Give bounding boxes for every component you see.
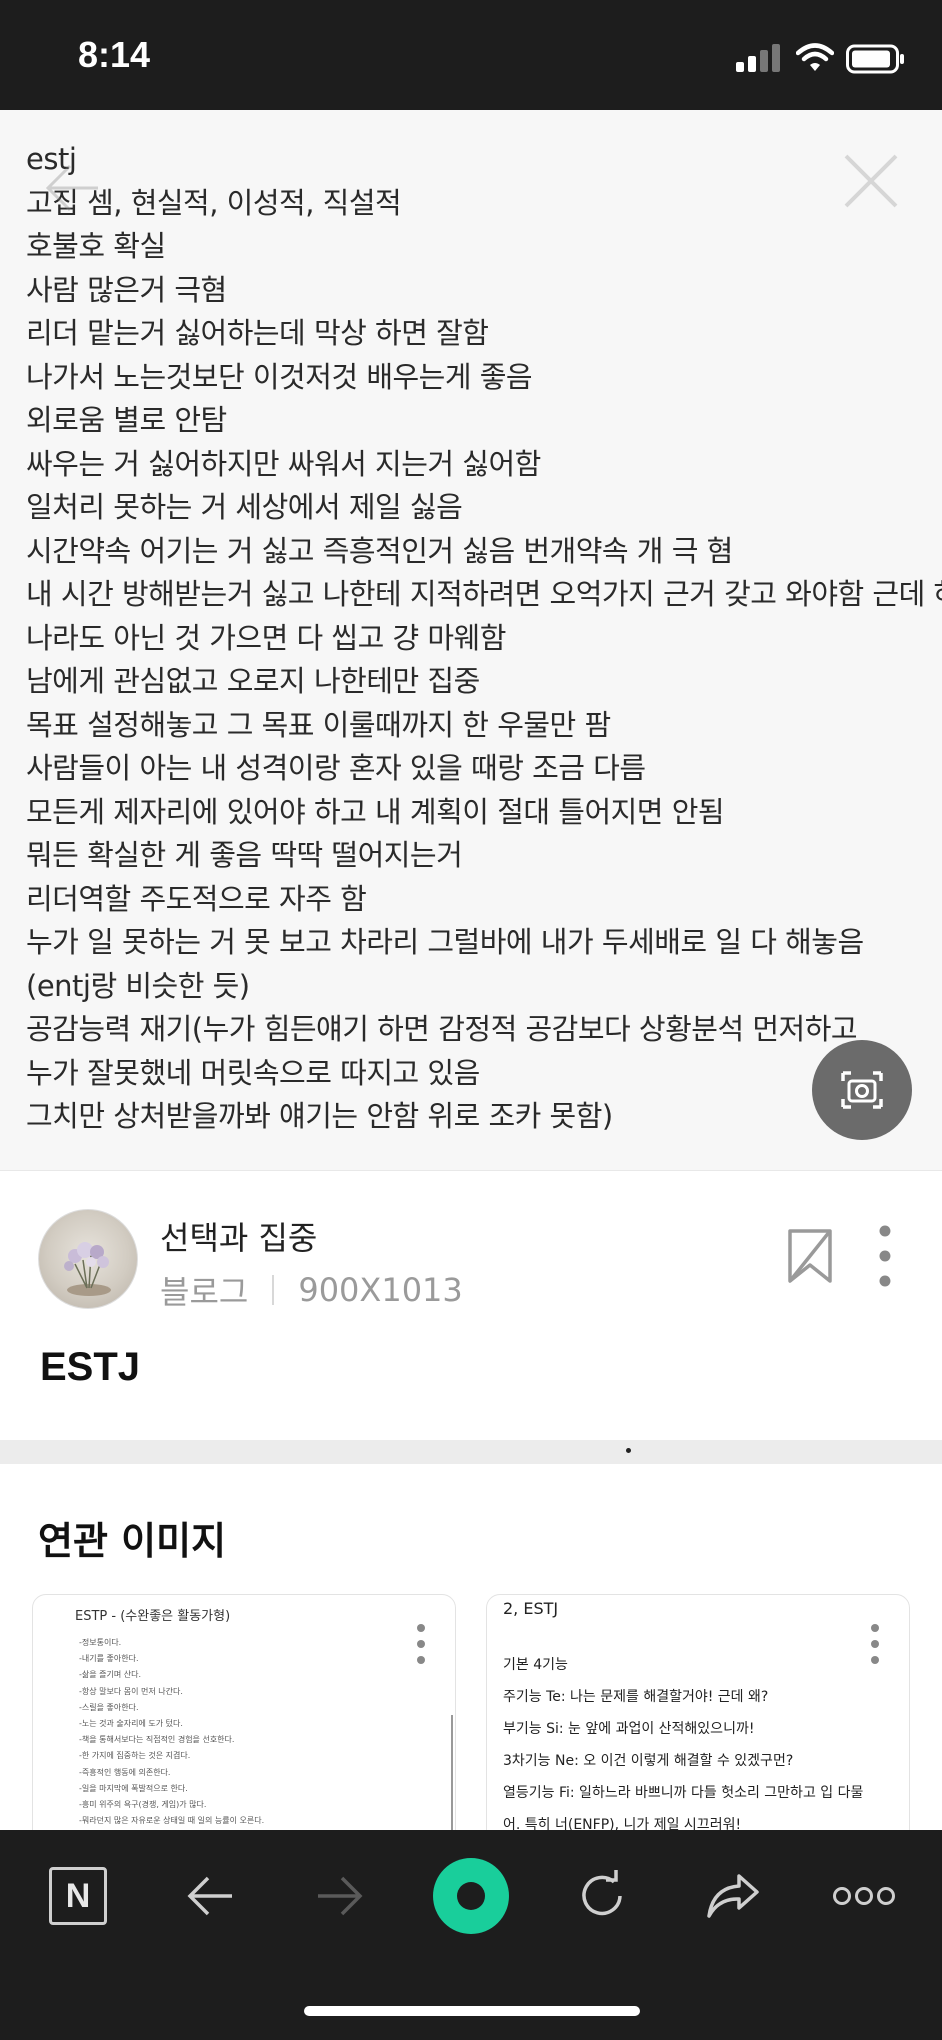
text-line: 누가 일 못하는 거 못 보고 차라리 그럴바에 내가 두세배로 일 다 해놓음 — [26, 925, 864, 959]
green-dot-button[interactable] — [431, 1856, 511, 1936]
card-text-line: 열등기능 Fi: 일하느라 바쁘니까 다들 헛소리 그만하고 입 다물 — [503, 1785, 864, 1801]
source-avatar[interactable] — [38, 1209, 138, 1309]
text-line: 일처리 못하는 거 세상에서 제일 싫음 — [26, 490, 463, 524]
back-arrow-icon[interactable] — [40, 160, 102, 216]
text-line: 뭐든 확실한 게 좋음 딱딱 떨어지는거 — [26, 838, 463, 872]
text-line: 리더역할 주도적으로 자주 함 — [26, 881, 367, 916]
text-line: (entj랑 비슷한 듯) — [26, 968, 250, 1003]
arrow-right-icon — [318, 1876, 363, 1916]
text-line: 목표 설정해놓고 그 목표 이룰때까지 한 우물만 팜 — [26, 707, 611, 742]
text-line: 싸우는 거 싫어하지만 싸워서 지는거 싫어함 — [26, 446, 541, 481]
card-text-line: -노는 것과 술자리에 도가 텄다. — [79, 1719, 183, 1729]
card-text-line: -정보통이다. — [79, 1638, 122, 1647]
text-line: 호불호 확실 — [26, 229, 166, 263]
text-line: 모든게 제자리에 있어야 하고 내 계획이 절대 틀어지면 안됨 — [26, 794, 725, 829]
card-text-line: -뭐라던지 많은 자유로운 상태일 때 일의 능률이 오른다. — [79, 1816, 265, 1826]
text-line: 나라도 아닌 것 가으면 다 씹고 걍 마웨함 — [26, 620, 506, 655]
close-icon[interactable] — [840, 150, 902, 212]
card-text-line: -한 가지에 집중하는 것은 지겹다. — [79, 1751, 191, 1761]
text-line: 사람 많은거 극혐 — [26, 272, 227, 307]
image-dimensions: 900X1013 — [298, 1271, 463, 1309]
text-line: 남에게 관심없고 오로지 나한테만 집중 — [26, 664, 480, 698]
card-text-line: -삶을 즐기며 산다. — [79, 1670, 142, 1680]
status-time: 8:14 — [78, 34, 151, 75]
wifi-icon — [796, 43, 834, 71]
text-line: 고집 셈, 현실적, 이성적, 직설적 — [26, 185, 402, 220]
card-text-line: 기본 4기능 — [503, 1657, 568, 1673]
meta-divider — [272, 1275, 275, 1305]
naver-n-icon: N — [49, 1867, 107, 1925]
card-text-line: -흥미 위주의 욕구(경쟁, 게임)가 많다. — [79, 1800, 207, 1810]
battery-icon — [846, 44, 904, 74]
card-text-line: -책을 통해서보다는 직접적인 경험을 선호한다. — [79, 1735, 235, 1745]
text-line: 리더 맡는거 싫어하는데 막상 하면 잘함 — [26, 316, 489, 350]
related-image-card[interactable]: 2, ESTJ 기본 4기능주기능 Te: 나는 문제를 해결할거야! 근데 왜… — [486, 1594, 910, 1830]
more-options-icon[interactable] — [870, 1223, 900, 1289]
green-dot-icon — [433, 1858, 509, 1934]
text-line: 누가 잘못했네 머릿속으로 따지고 있음 — [26, 1055, 480, 1090]
card-text-line: 3차기능 Ne: 오 이건 이렇게 해결할 수 있겠구먼? — [503, 1753, 794, 1769]
share-button[interactable] — [693, 1856, 773, 1936]
card-text-list: -정보통이다. -내기를 좋아한다. -삶을 즐기며 산다. -항상 말보다 몸이 먼… — [79, 1635, 264, 1830]
arrow-left-icon — [187, 1876, 232, 1916]
card-text-line: -내기를 좋아한다. — [79, 1654, 139, 1664]
share-arrow-icon — [707, 1874, 759, 1918]
refresh-button[interactable] — [562, 1856, 642, 1936]
home-indicator[interactable] — [304, 2006, 640, 2016]
text-line: 시간약속 어기는 거 싫고 즉흥적인거 싫음 번개약속 개 극 혐 — [26, 533, 733, 568]
screenshot-button[interactable] — [812, 1040, 912, 1140]
card-text-list: 기본 4기능주기능 Te: 나는 문제를 해결할거야! 근데 왜? 부기능 Si:… — [503, 1649, 863, 1830]
text-line: 외로움 별로 안탐 — [26, 403, 227, 437]
naver-home-button[interactable]: N — [38, 1856, 118, 1936]
card-text-line: 어. 특히 너(ENFP), 니가 제일 시끄러워! — [503, 1817, 742, 1830]
bookmark-icon[interactable] — [786, 1227, 834, 1285]
source-meta: 블로그 900X1013 — [160, 1267, 463, 1313]
refresh-icon — [582, 1870, 622, 1916]
card-more-options-icon[interactable] — [869, 1623, 881, 1665]
card-more-options-icon[interactable] — [415, 1623, 427, 1665]
image-text-content: estj 고집 셈, 현실적, 이성적, 직설적호불호 확실사람 많은거 극혐리더… — [26, 138, 942, 1139]
card-title: 2, ESTJ — [503, 1599, 559, 1618]
more-horizontal-icon — [833, 1887, 895, 1905]
image-viewer[interactable]: estj 고집 셈, 현실적, 이성적, 직설적호불호 확실사람 많은거 극혐리더… — [0, 110, 942, 1170]
section-divider — [0, 1440, 942, 1464]
text-line: estj — [26, 142, 77, 176]
text-line: 공감능력 재기(누가 힘든얘기 하면 감정적 공감보다 상황분석 먼저하고 — [26, 1012, 858, 1046]
card-text-line: 주기능 Te: 나는 문제를 해결할거야! 근데 왜? — [503, 1689, 769, 1705]
camera-frame-icon — [841, 1071, 883, 1109]
back-button[interactable] — [170, 1856, 250, 1936]
source-type: 블로그 — [160, 1273, 249, 1311]
forward-button[interactable] — [300, 1856, 380, 1936]
card-text-line: -스릴을 좋아한다. — [79, 1702, 139, 1712]
source-name[interactable]: 선택과 집중 — [160, 1213, 317, 1259]
card-title: ESTP - (수완좋은 활동가형) — [75, 1609, 231, 1624]
related-heading: 연관 이미지 — [38, 1519, 227, 1563]
related-image-card[interactable]: ESTP - (수완좋은 활동가형) -정보통이다. -내기를 좋아한다. -삶을 … — [32, 1594, 456, 1830]
card-text-line: -항상 말보다 몸이 먼저 나간다. — [79, 1686, 183, 1696]
card-text-line: -즉흥적인 행동에 의존한다. — [79, 1767, 171, 1777]
text-line: 내 시간 방해받는거 싫고 나한테 지적하려면 오억가지 근거 갖고 와야함 근… — [26, 577, 942, 611]
more-menu-button[interactable] — [824, 1856, 904, 1936]
flower-bouquet-icon — [64, 1242, 111, 1296]
cellular-signal-icon — [736, 44, 780, 72]
status-bar: 8:14 — [0, 0, 942, 110]
text-line: 사람들이 아는 내 성격이랑 혼자 있을 때랑 조금 다름 — [26, 751, 646, 785]
card-scrollbar — [451, 1715, 453, 1830]
text-line: 그치만 상처받을까봐 얘기는 안함 위로 조카 못함) — [26, 1099, 613, 1133]
text-line: 나가서 노는것보단 이것저것 배우는게 좋음 — [26, 359, 533, 394]
bottom-navigation-bar: N — [0, 1830, 942, 2040]
related-images-section: 연관 이미지 ESTP - (수완좋은 활동가형) -정보통이다. -내기를 좋아… — [0, 1464, 942, 1830]
card-text-line: -일을 마지막에 폭발적으로 한다. — [79, 1783, 188, 1793]
image-info-section: 선택과 집중 블로그 900X1013 ESTJ — [0, 1170, 942, 1440]
card-text-line: 부기능 Si: 눈 앞에 과업이 산적해있으니까! — [503, 1721, 755, 1737]
image-title: ESTJ — [40, 1345, 141, 1389]
divider-dot — [626, 1448, 631, 1453]
